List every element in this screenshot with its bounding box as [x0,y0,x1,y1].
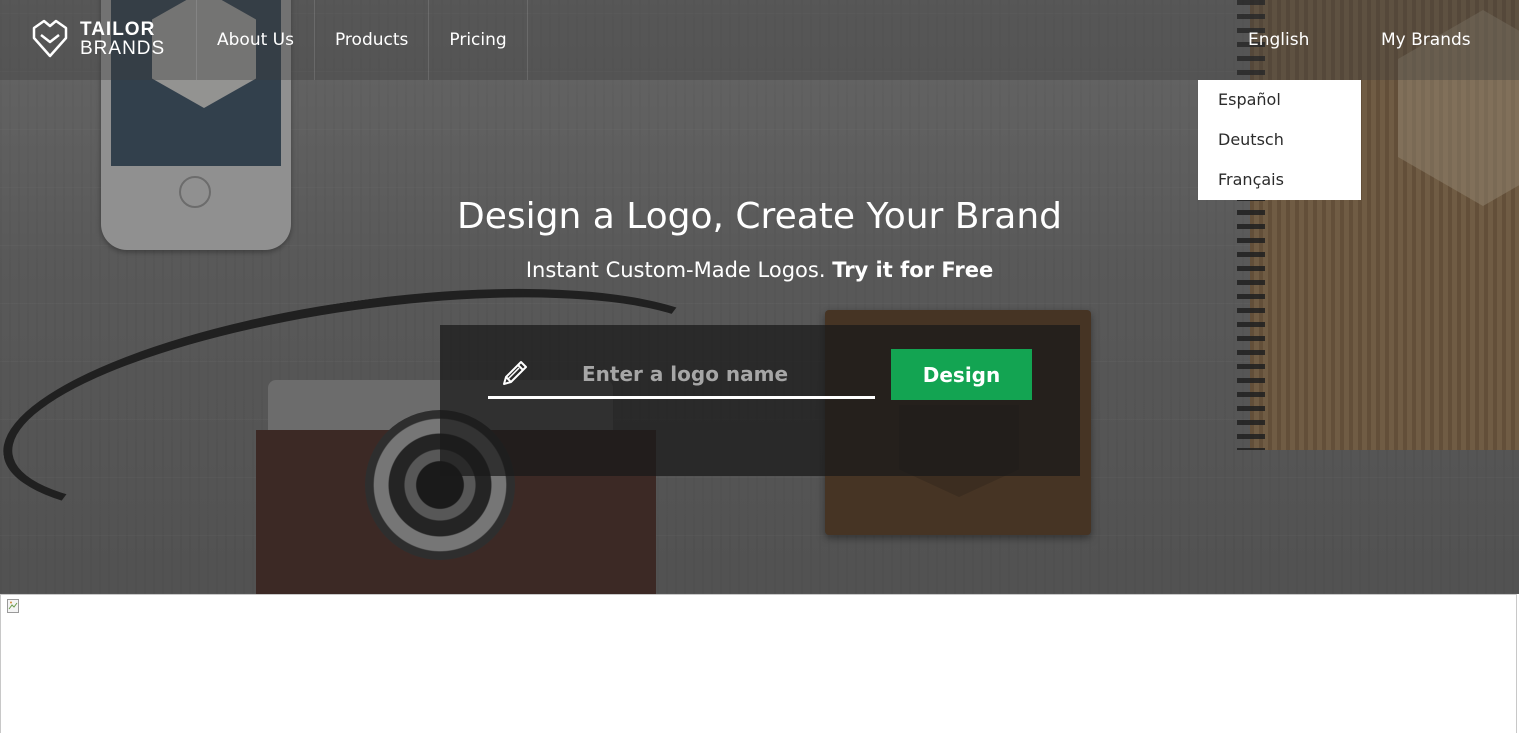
input-underline [488,396,875,399]
brand-wordmark: TAILOR BRANDS [80,20,165,58]
brand-name-line1: TAILOR [80,19,156,40]
hero-subtitle: Instant Custom-Made Logos. Try it for Fr… [0,258,1519,282]
language-dropdown: Español Deutsch Français [1198,80,1361,200]
language-option-deutsch[interactable]: Deutsch [1198,120,1361,160]
design-button[interactable]: Design [891,349,1032,400]
pencil-icon [503,361,527,385]
nav-about-us[interactable]: About Us [196,0,315,80]
hero-title: Design a Logo, Create Your Brand [456,196,1063,237]
language-selector[interactable]: English [1248,30,1309,50]
nav-pricing[interactable]: Pricing [429,0,528,80]
brand-name-line2: BRANDS [80,38,166,59]
my-brands-link[interactable]: My Brands [1381,30,1471,50]
language-option-francais[interactable]: Français [1198,160,1361,200]
main-nav: About Us Products Pricing [196,0,528,80]
language-option-espanol[interactable]: Español [1198,80,1361,120]
tailor-brands-logo-icon [32,19,68,58]
top-navbar: TAILOR BRANDS About Us Products Pricing … [0,0,1519,80]
brand-logo[interactable]: TAILOR BRANDS [30,18,165,60]
logo-name-input[interactable] [572,354,892,394]
nav-products[interactable]: Products [315,0,430,80]
hero-subtitle-cta: Try it for Free [832,258,994,282]
logo-form-panel [440,325,1080,476]
content-section [0,594,1517,733]
hero-subtitle-text: Instant Custom-Made Logos. [525,258,826,282]
broken-image-icon [7,599,19,613]
